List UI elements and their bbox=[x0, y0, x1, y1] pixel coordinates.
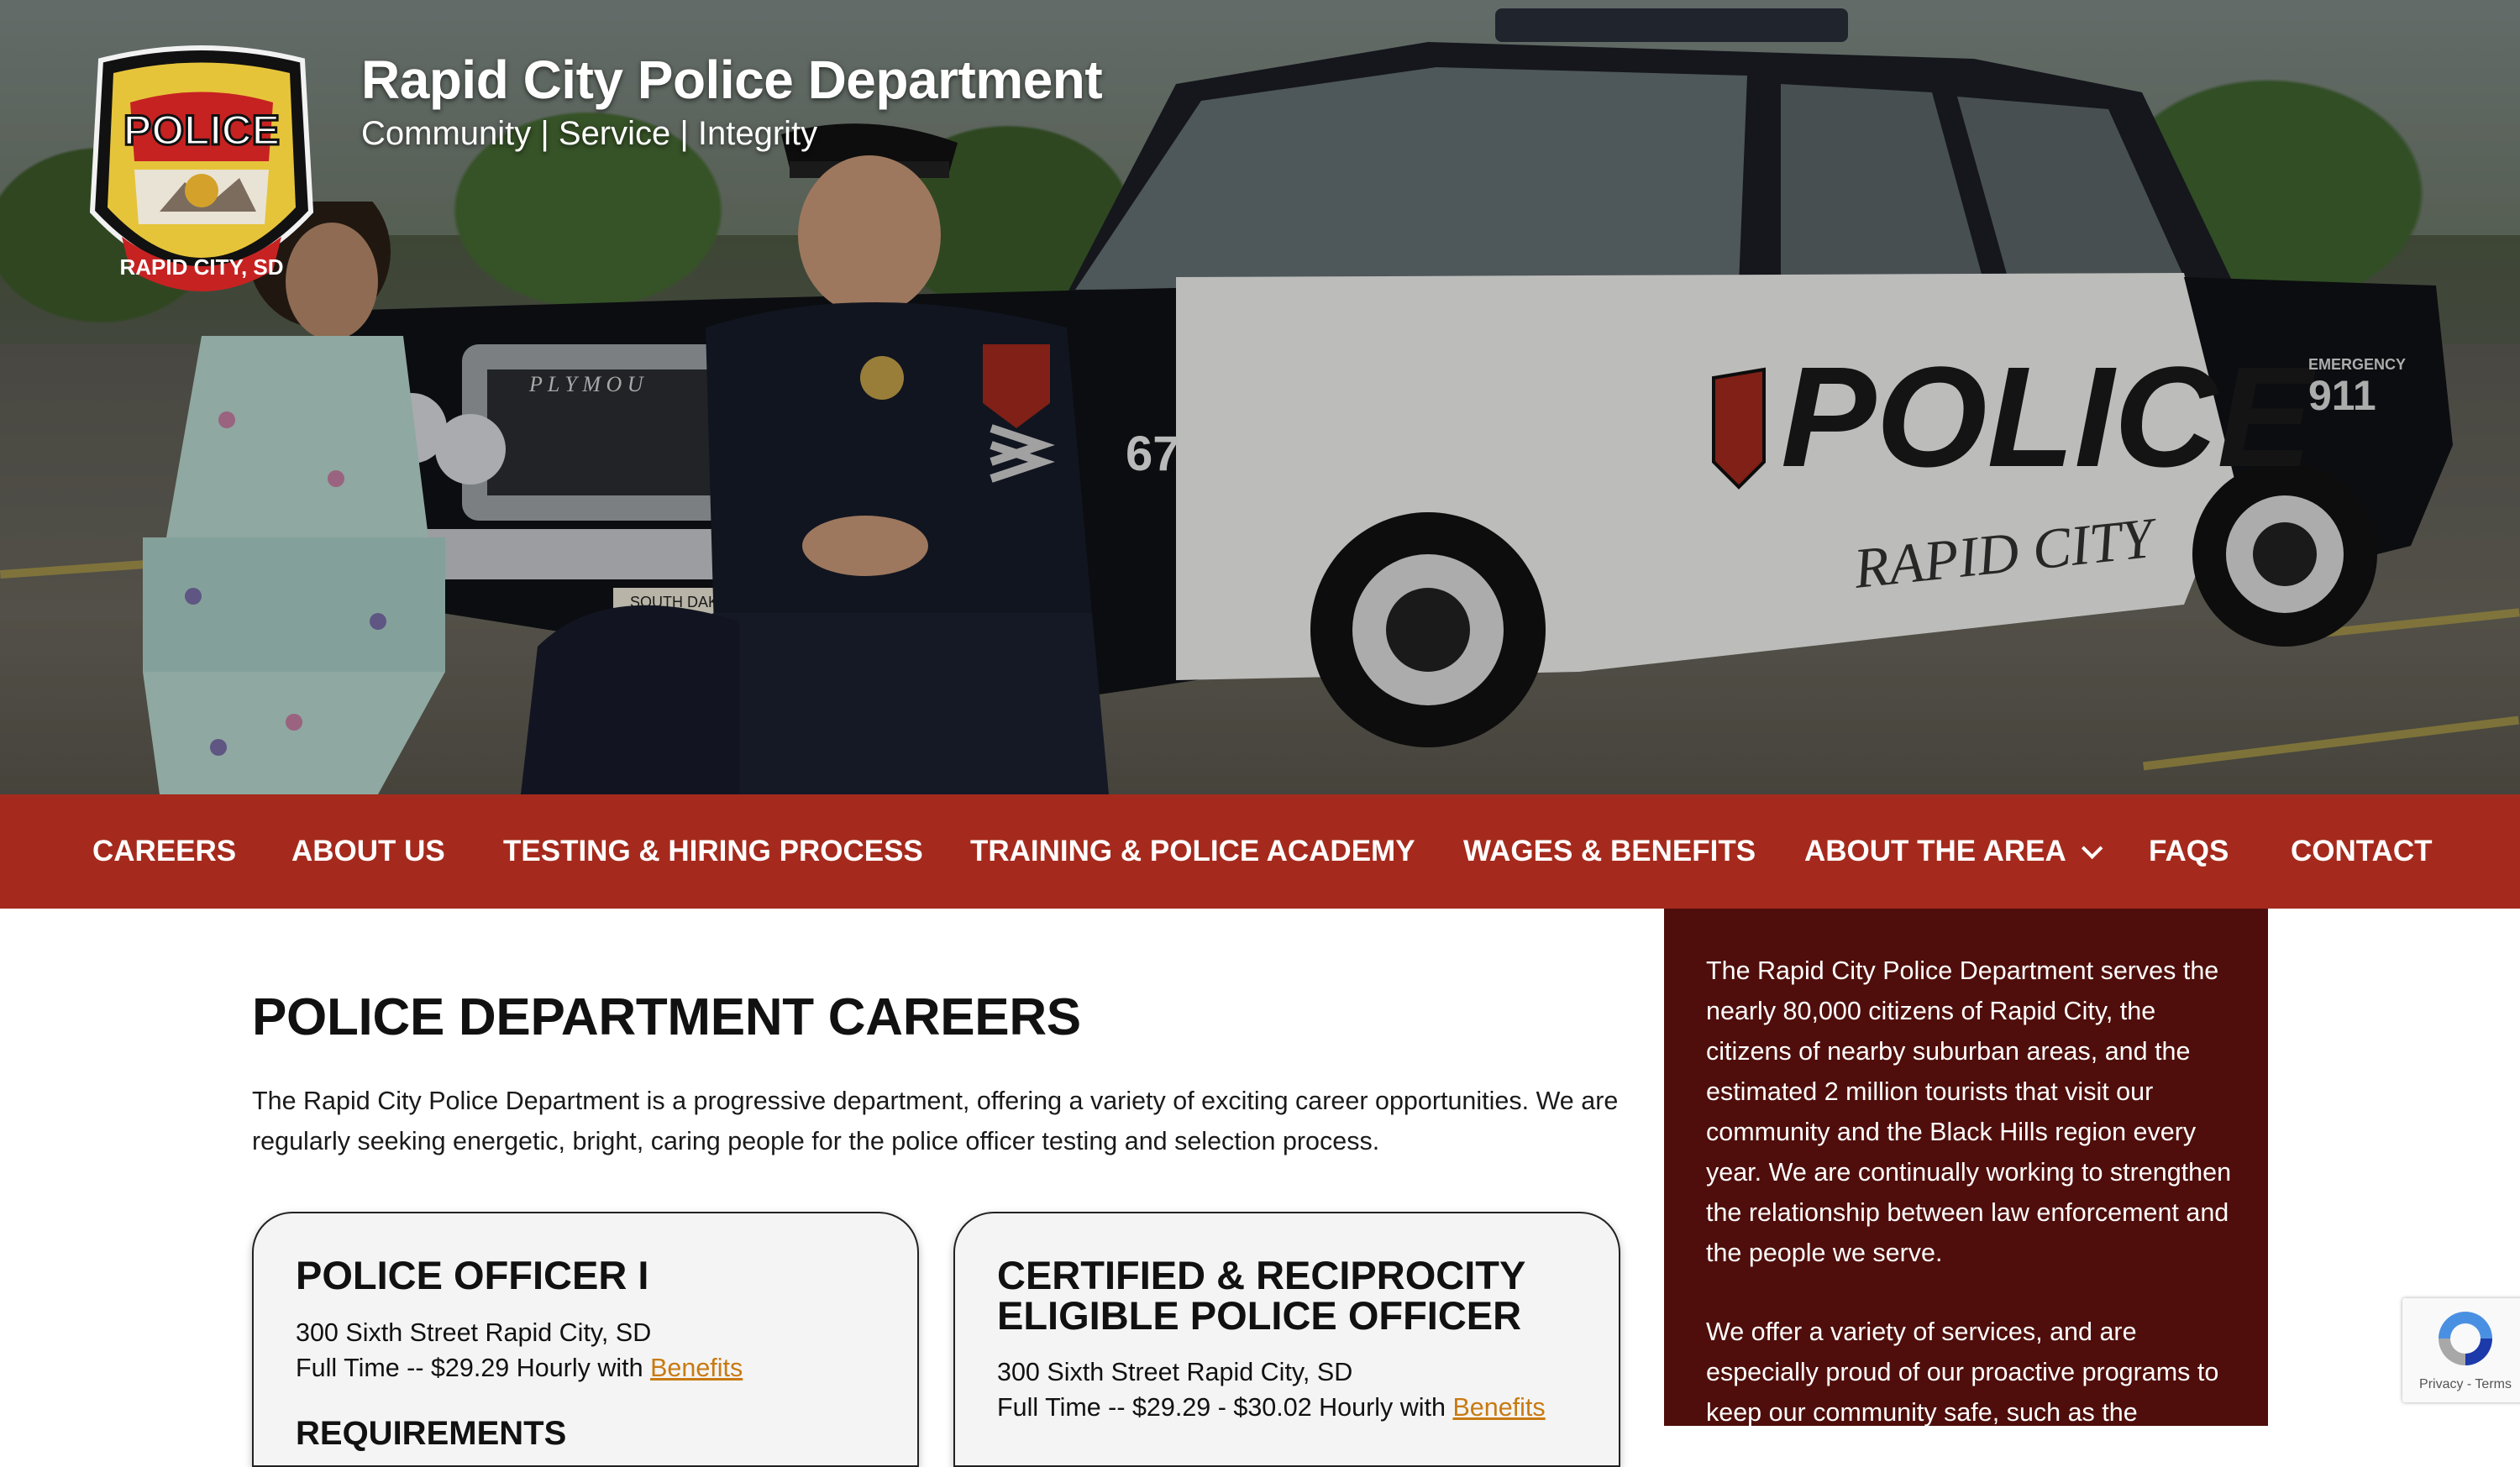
sidebar-paragraph-2: We offer a variety of services, and are … bbox=[1706, 1318, 2219, 1427]
recaptcha-badge[interactable]: Privacy - Terms bbox=[2402, 1298, 2520, 1402]
job-card-requirements-heading: REQUIREMENTS bbox=[296, 1415, 567, 1452]
chevron-down-icon bbox=[2081, 837, 2103, 860]
site-tagline: Community | Service | Integrity bbox=[361, 115, 818, 152]
intro-paragraph: The Rapid City Police Department is a pr… bbox=[252, 1087, 1619, 1155]
site-title[interactable]: Rapid City Police Department bbox=[361, 49, 1103, 111]
recaptcha-links[interactable]: Privacy - Terms bbox=[2402, 1377, 2520, 1392]
svg-text:RAPID CITY, SD: RAPID CITY, SD bbox=[119, 254, 283, 280]
nav-item-faqs[interactable]: FAQS bbox=[2149, 794, 2229, 909]
nav-item-about-the-area[interactable]: ABOUT THE AREA bbox=[1804, 794, 2103, 909]
hero-banner: P L Y M O U SOUTH DAKOTA POLICE RAPID CI… bbox=[0, 0, 2520, 794]
nav-item-testing-hiring[interactable]: TESTING & HIRING PROCESS bbox=[503, 794, 923, 909]
nav-item-careers[interactable]: CAREERS bbox=[92, 794, 236, 909]
sidebar-paragraph-1: The Rapid City Police Department serves … bbox=[1706, 956, 2232, 1267]
job-card-pay-text: Full Time -- $29.29 Hourly with bbox=[296, 1354, 651, 1382]
job-card-pay: Full Time -- $29.29 Hourly with Benefits bbox=[296, 1354, 743, 1383]
svg-text:POLICE: POLICE bbox=[123, 107, 280, 154]
nav-item-about-the-area-label: ABOUT THE AREA bbox=[1804, 835, 2066, 867]
job-card-title: CERTIFIED & RECIPROCITY ELIGIBLE POLICE … bbox=[997, 1253, 1525, 1338]
job-card-address: 300 Sixth Street Rapid City, SD bbox=[296, 1318, 652, 1347]
job-card-certified-reciprocity[interactable]: CERTIFIED & RECIPROCITY ELIGIBLE POLICE … bbox=[953, 1212, 1620, 1467]
main-navigation: CAREERS ABOUT US TESTING & HIRING PROCES… bbox=[0, 794, 2520, 909]
job-card-title: POLICE OFFICER I bbox=[296, 1253, 649, 1297]
job-card-address: 300 Sixth Street Rapid City, SD bbox=[997, 1358, 1353, 1386]
nav-item-wages-benefits[interactable]: WAGES & BENEFITS bbox=[1463, 794, 1756, 909]
police-badge-logo[interactable]: POLICE RAPID CITY, SD bbox=[84, 44, 319, 321]
nav-item-contact[interactable]: CONTACT bbox=[2291, 794, 2433, 909]
benefits-link[interactable]: Benefits bbox=[1452, 1393, 1545, 1422]
page-title: POLICE DEPARTMENT CAREERS bbox=[252, 988, 1081, 1046]
benefits-link[interactable]: Benefits bbox=[650, 1354, 743, 1382]
job-card-pay-text: Full Time -- $29.29 - $30.02 Hourly with bbox=[997, 1393, 1453, 1422]
sidebar-info-panel: The Rapid City Police Department serves … bbox=[1664, 909, 2268, 1427]
recaptcha-icon bbox=[2439, 1312, 2492, 1365]
job-card-police-officer-i[interactable]: POLICE OFFICER I 300 Sixth Street Rapid … bbox=[252, 1212, 919, 1467]
job-card-pay: Full Time -- $29.29 - $30.02 Hourly with… bbox=[997, 1393, 1546, 1422]
nav-item-about-us[interactable]: ABOUT US bbox=[291, 794, 445, 909]
nav-item-training-academy[interactable]: TRAINING & POLICE ACADEMY bbox=[970, 794, 1415, 909]
